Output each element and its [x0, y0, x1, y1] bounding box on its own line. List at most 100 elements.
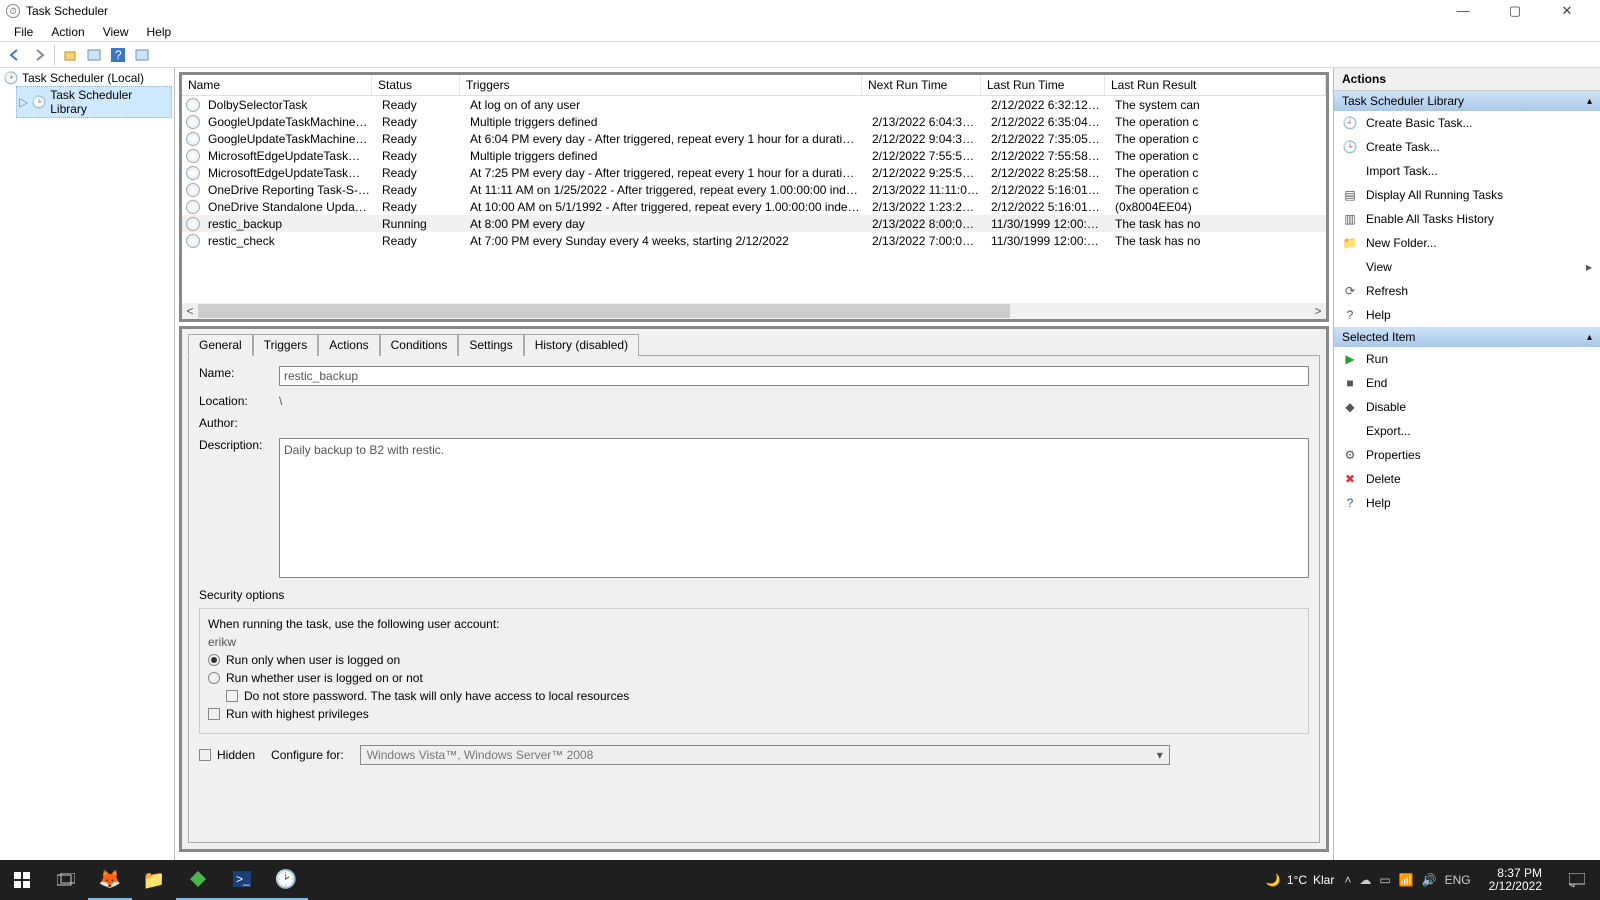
task-description-field[interactable]: Daily backup to B2 with restic. — [279, 438, 1309, 578]
task-last-result: The operation c — [1109, 115, 1326, 129]
tray-language[interactable]: ENG — [1445, 873, 1471, 887]
tray-meet-icon[interactable]: ▭ — [1379, 873, 1390, 887]
menu-view[interactable]: View — [95, 23, 137, 41]
radio-run-whether[interactable] — [208, 672, 220, 684]
action-new-folder[interactable]: 📁 New Folder... — [1334, 231, 1600, 255]
tab-settings[interactable]: Settings — [458, 334, 523, 356]
task-icon — [186, 132, 200, 146]
task-row[interactable]: GoogleUpdateTaskMachineUA{52...ReadyAt 6… — [182, 130, 1326, 147]
scroll-thumb[interactable] — [198, 304, 1010, 318]
action-icon: 📁 — [1342, 235, 1358, 251]
action-properties[interactable]: ⚙Properties — [1334, 443, 1600, 467]
col-last-run[interactable]: Last Run Time — [981, 75, 1105, 95]
tree-library[interactable]: ▷ 🕒 Task Scheduler Library — [16, 86, 172, 118]
task-next-run: 2/12/2022 7:55:57 PM — [866, 149, 985, 163]
menu-action[interactable]: Action — [43, 23, 92, 41]
action-view[interactable]: View▸ — [1334, 255, 1600, 279]
configure-for-combo[interactable]: Windows Vista™, Windows Server™ 2008 — [360, 745, 1170, 765]
action-enable-all-tasks-history[interactable]: ▥Enable All Tasks History — [1334, 207, 1600, 231]
nav-tree[interactable]: 🕑 Task Scheduler (Local) ▷ 🕒 Task Schedu… — [0, 68, 175, 860]
minimize-button[interactable]: — — [1446, 3, 1480, 19]
label-hidden: Hidden — [217, 748, 255, 762]
menu-file[interactable]: File — [6, 23, 41, 41]
horizontal-scrollbar[interactable]: < > — [182, 303, 1326, 319]
task-view-button[interactable] — [44, 860, 88, 900]
action-disable[interactable]: ◆Disable — [1334, 395, 1600, 419]
tree-root[interactable]: 🕑 Task Scheduler (Local) — [2, 70, 172, 86]
toolbar-btn-2[interactable] — [83, 44, 105, 66]
action-import-task[interactable]: Import Task... — [1334, 159, 1600, 183]
taskbar-powershell[interactable]: >_ — [220, 860, 264, 900]
action-display-all-running-tasks[interactable]: ▤Display All Running Tasks — [1334, 183, 1600, 207]
action-refresh[interactable]: ⟳Refresh — [1334, 279, 1600, 303]
toolbar-help-button[interactable]: ? — [107, 44, 129, 66]
tab-actions[interactable]: Actions — [318, 334, 379, 356]
close-button[interactable]: ✕ — [1550, 3, 1584, 19]
task-row[interactable]: restic_backupRunningAt 8:00 PM every day… — [182, 215, 1326, 232]
col-name[interactable]: Name — [182, 75, 372, 95]
menu-help[interactable]: Help — [139, 23, 180, 41]
action-run[interactable]: ▶Run — [1334, 347, 1600, 371]
tab-conditions[interactable]: Conditions — [380, 334, 459, 356]
task-row[interactable]: DolbySelectorTaskReadyAt log on of any u… — [182, 96, 1326, 113]
task-row[interactable]: OneDrive Reporting Task-S-1-5-2...ReadyA… — [182, 181, 1326, 198]
nav-forward-button[interactable] — [28, 44, 50, 66]
checkbox-hidden[interactable] — [199, 749, 211, 761]
task-name: OneDrive Reporting Task-S-1-5-2... — [202, 183, 376, 197]
task-row[interactable]: GoogleUpdateTaskMachineCore{...ReadyMult… — [182, 113, 1326, 130]
taskbar[interactable]: 🦊 📁 >_ 🕑 🌙 1°C Klar ˄ ☁ ▭ 📶 🔊 ENG 8:37 P… — [0, 860, 1600, 900]
tab-history[interactable]: History (disabled) — [524, 334, 639, 356]
notifications-button[interactable] — [1560, 860, 1594, 900]
action-end[interactable]: ■End — [1334, 371, 1600, 395]
action-label: Enable All Tasks History — [1366, 212, 1494, 226]
toolbar-btn-1[interactable] — [59, 44, 81, 66]
scroll-right-arrow[interactable]: > — [1310, 304, 1326, 318]
action-help[interactable]: ?Help — [1334, 491, 1600, 515]
actions-section-library[interactable]: Task Scheduler Library ▴ — [1334, 91, 1600, 111]
action-help[interactable]: ?Help — [1334, 303, 1600, 327]
col-last-result[interactable]: Last Run Result — [1105, 75, 1326, 95]
col-status[interactable]: Status — [372, 75, 460, 95]
scroll-left-arrow[interactable]: < — [182, 304, 198, 318]
taskbar-explorer[interactable]: 📁 — [132, 860, 176, 900]
col-triggers[interactable]: Triggers — [460, 75, 862, 95]
tray-wifi-icon[interactable]: 📶 — [1399, 873, 1414, 887]
tab-general[interactable]: General — [188, 334, 253, 356]
taskbar-firefox[interactable]: 🦊 — [88, 860, 132, 900]
task-name: MicrosoftEdgeUpdateTaskMachi... — [202, 166, 376, 180]
task-last-result: The operation c — [1109, 149, 1326, 163]
task-row[interactable]: restic_checkReadyAt 7:00 PM every Sunday… — [182, 232, 1326, 249]
action-label: New Folder... — [1366, 236, 1437, 250]
checkbox-highest-priv[interactable] — [208, 708, 220, 720]
actions-section-selected-label: Selected Item — [1342, 330, 1415, 344]
action-export[interactable]: Export... — [1334, 419, 1600, 443]
action-create-task[interactable]: 🕒Create Task... — [1334, 135, 1600, 159]
toolbar-separator — [54, 45, 55, 65]
maximize-button[interactable]: ▢ — [1498, 3, 1532, 19]
action-delete[interactable]: ✖Delete — [1334, 467, 1600, 491]
taskbar-clock[interactable]: 8:37 PM 2/12/2022 — [1481, 867, 1550, 893]
task-trigger: At 7:00 PM every Sunday every 4 weeks, s… — [464, 234, 866, 248]
clock-icon: 🕑 — [4, 71, 18, 85]
tab-triggers[interactable]: Triggers — [253, 334, 319, 356]
weather-widget[interactable]: 🌙 1°C Klar — [1266, 873, 1334, 887]
task-last-run: 2/12/2022 7:55:58 PM — [985, 149, 1109, 163]
taskbar-app-1[interactable] — [176, 860, 220, 900]
task-row[interactable]: OneDrive Standalone Update Tas...ReadyAt… — [182, 198, 1326, 215]
tray-volume-icon[interactable]: 🔊 — [1422, 873, 1437, 887]
tray-chevron-icon[interactable]: ˄ — [1344, 873, 1351, 887]
actions-section-selected[interactable]: Selected Item ▴ — [1334, 327, 1600, 347]
toolbar-btn-4[interactable] — [131, 44, 153, 66]
tray-onedrive-icon[interactable]: ☁ — [1359, 873, 1371, 887]
checkbox-no-store-pw[interactable] — [226, 690, 238, 702]
task-next-run: 2/13/2022 1:23:28 PM — [866, 200, 985, 214]
task-row[interactable]: MicrosoftEdgeUpdateTaskMachi...ReadyMult… — [182, 147, 1326, 164]
action-create-basic-task[interactable]: 🕘Create Basic Task... — [1334, 111, 1600, 135]
radio-run-logged-on[interactable] — [208, 654, 220, 666]
start-button[interactable] — [0, 860, 44, 900]
task-row[interactable]: MicrosoftEdgeUpdateTaskMachi...ReadyAt 7… — [182, 164, 1326, 181]
taskbar-task-scheduler[interactable]: 🕑 — [264, 860, 308, 900]
col-next-run[interactable]: Next Run Time — [862, 75, 981, 95]
nav-back-button[interactable] — [4, 44, 26, 66]
task-name-field[interactable]: restic_backup — [279, 366, 1309, 386]
